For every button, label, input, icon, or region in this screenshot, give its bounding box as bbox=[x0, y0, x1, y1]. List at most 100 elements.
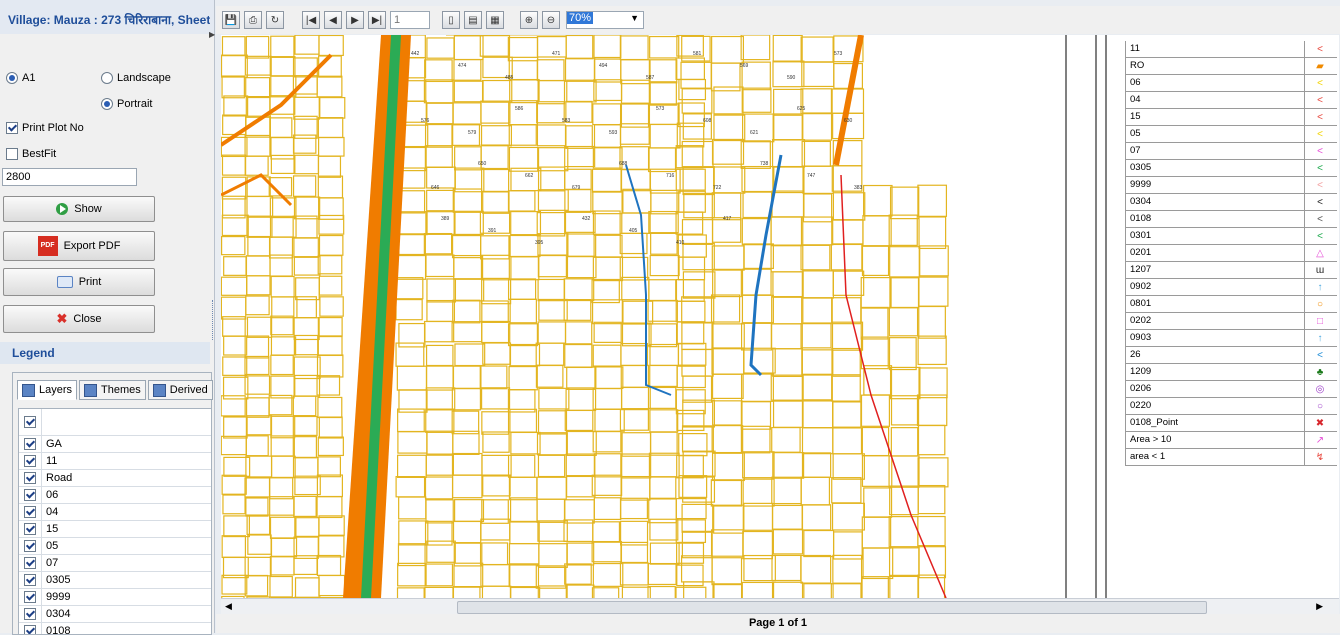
svg-text:581: 581 bbox=[693, 51, 702, 57]
export-pdf-button[interactable]: PDF Export PDF bbox=[3, 231, 155, 261]
layer-row[interactable]: 04 bbox=[19, 504, 211, 521]
layer-checkbox[interactable] bbox=[19, 521, 42, 537]
svg-text:650: 650 bbox=[478, 161, 487, 167]
page-icon[interactable]: ▯ bbox=[442, 11, 460, 29]
layers-icon bbox=[22, 384, 35, 397]
close-icon: ✖ bbox=[56, 311, 67, 327]
map-legend-row: 1209♣ bbox=[1125, 364, 1337, 381]
legend-symbol-icon: ↗ bbox=[1305, 435, 1335, 446]
tab-themes[interactable]: Themes bbox=[79, 380, 146, 400]
scroll-thumb[interactable] bbox=[457, 601, 1207, 614]
layer-row[interactable]: 07 bbox=[19, 555, 211, 572]
scroll-right-icon[interactable]: ▶ bbox=[1316, 601, 1323, 612]
scroll-left-icon[interactable]: ◀ bbox=[225, 601, 232, 612]
map-legend-label: area < 1 bbox=[1126, 449, 1305, 465]
svg-text:586: 586 bbox=[515, 106, 524, 112]
legend-symbol-icon: < bbox=[1305, 350, 1335, 361]
select-all-cell[interactable] bbox=[19, 409, 42, 435]
layer-row[interactable]: 0304 bbox=[19, 606, 211, 623]
layer-checkbox[interactable] bbox=[19, 504, 42, 520]
map-legend-label: 0902 bbox=[1126, 279, 1305, 295]
pdf-icon: PDF bbox=[38, 236, 58, 256]
layer-row[interactable]: 11 bbox=[19, 453, 211, 470]
scale-input[interactable]: 2800 bbox=[2, 168, 137, 186]
show-button[interactable]: Show bbox=[3, 196, 155, 222]
radio-portrait-label: Portrait bbox=[117, 98, 152, 110]
layer-checkbox[interactable] bbox=[19, 470, 42, 486]
map-legend-row: 15< bbox=[1125, 109, 1337, 126]
print-plot-no-checkbox[interactable]: Print Plot No bbox=[6, 122, 84, 134]
zoom-select[interactable]: 70% ▼ bbox=[566, 11, 644, 29]
save-icon[interactable]: 💾 bbox=[222, 11, 240, 29]
layer-row[interactable]: GA bbox=[19, 436, 211, 453]
layer-name: 0305 bbox=[42, 574, 70, 586]
layer-checkbox[interactable] bbox=[19, 538, 42, 554]
printer-toolbar-icon[interactable]: ⎙ bbox=[244, 11, 262, 29]
map-legend-label: 0108_Point bbox=[1126, 415, 1305, 431]
layer-row[interactable]: 06 bbox=[19, 487, 211, 504]
next-page-icon[interactable]: ▶ bbox=[346, 11, 364, 29]
map-legend-row: 0305< bbox=[1125, 160, 1337, 177]
layer-name: 15 bbox=[42, 523, 58, 535]
zoom-value: 70% bbox=[567, 12, 593, 24]
first-page-icon[interactable]: |◀ bbox=[302, 11, 320, 29]
legend-symbol-icon: < bbox=[1305, 146, 1335, 157]
layer-checkbox[interactable] bbox=[19, 487, 42, 503]
prev-page-icon[interactable]: ◀ bbox=[324, 11, 342, 29]
layer-checkbox[interactable] bbox=[19, 572, 42, 588]
layer-checkbox[interactable] bbox=[19, 555, 42, 571]
layer-row[interactable]: Road bbox=[19, 470, 211, 487]
layer-row[interactable]: 15 bbox=[19, 521, 211, 538]
layer-checkbox[interactable] bbox=[19, 589, 42, 605]
checkbox-icon bbox=[24, 506, 36, 518]
svg-text:590: 590 bbox=[787, 75, 796, 81]
svg-text:625: 625 bbox=[797, 106, 806, 112]
radio-landscape[interactable]: Landscape bbox=[101, 72, 171, 84]
layer-checkbox[interactable] bbox=[19, 453, 42, 469]
layer-name: 05 bbox=[42, 540, 58, 552]
collapse-arrow-icon[interactable]: ▶ bbox=[209, 30, 215, 39]
layer-row[interactable]: 0108 bbox=[19, 623, 211, 635]
svg-text:583: 583 bbox=[562, 118, 571, 124]
radio-a1[interactable]: A1 bbox=[6, 72, 35, 84]
checkbox-icon bbox=[24, 625, 36, 635]
map-legend-row: 0108_Point✖ bbox=[1125, 415, 1337, 432]
layer-row[interactable]: 05 bbox=[19, 538, 211, 555]
horizontal-scrollbar[interactable]: ◀ ▶ bbox=[221, 598, 1339, 615]
map-legend-label: 0201 bbox=[1126, 245, 1305, 261]
checkbox-icon bbox=[24, 557, 36, 569]
last-page-icon[interactable]: ▶| bbox=[368, 11, 386, 29]
layer-name: 0108 bbox=[42, 625, 70, 635]
tab-derived-label: Derived bbox=[170, 384, 208, 396]
close-button[interactable]: ✖ Close bbox=[3, 305, 155, 333]
legend-symbol-icon: ▰ bbox=[1305, 61, 1335, 72]
checkbox-icon bbox=[24, 574, 36, 586]
page-width-icon[interactable]: ▤ bbox=[464, 11, 482, 29]
splitter-handle[interactable] bbox=[212, 300, 215, 340]
radio-portrait[interactable]: Portrait bbox=[101, 98, 152, 110]
whole-page-icon[interactable]: ▦ bbox=[486, 11, 504, 29]
layer-checkbox[interactable] bbox=[19, 623, 42, 635]
zoom-in-icon[interactable]: ⊕ bbox=[520, 11, 538, 29]
play-icon bbox=[56, 203, 68, 215]
map-legend-label: 0206 bbox=[1126, 381, 1305, 397]
refresh-icon[interactable]: ↻ bbox=[266, 11, 284, 29]
bestfit-checkbox[interactable]: BestFit bbox=[6, 148, 56, 160]
page-number-input[interactable]: 1 bbox=[390, 11, 430, 29]
zoom-out-icon[interactable]: ⊖ bbox=[542, 11, 560, 29]
layer-checkbox[interactable] bbox=[19, 436, 42, 452]
layer-row[interactable]: 0305 bbox=[19, 572, 211, 589]
legend-symbol-icon: ○ bbox=[1305, 299, 1335, 310]
print-button[interactable]: Print bbox=[3, 268, 155, 296]
tab-derived[interactable]: Derived bbox=[148, 380, 213, 400]
map-legend-row: 9999< bbox=[1125, 177, 1337, 194]
map-legend-label: 05 bbox=[1126, 126, 1305, 142]
tab-layers[interactable]: Layers bbox=[17, 380, 77, 400]
legend-symbol-icon: < bbox=[1305, 95, 1335, 106]
map-legend-label: 9999 bbox=[1126, 177, 1305, 193]
layer-checkbox[interactable] bbox=[19, 606, 42, 622]
legend-symbol-icon: < bbox=[1305, 180, 1335, 191]
layer-row[interactable]: 9999 bbox=[19, 589, 211, 606]
map-legend-label: 0202 bbox=[1126, 313, 1305, 329]
svg-text:383: 383 bbox=[854, 185, 863, 191]
